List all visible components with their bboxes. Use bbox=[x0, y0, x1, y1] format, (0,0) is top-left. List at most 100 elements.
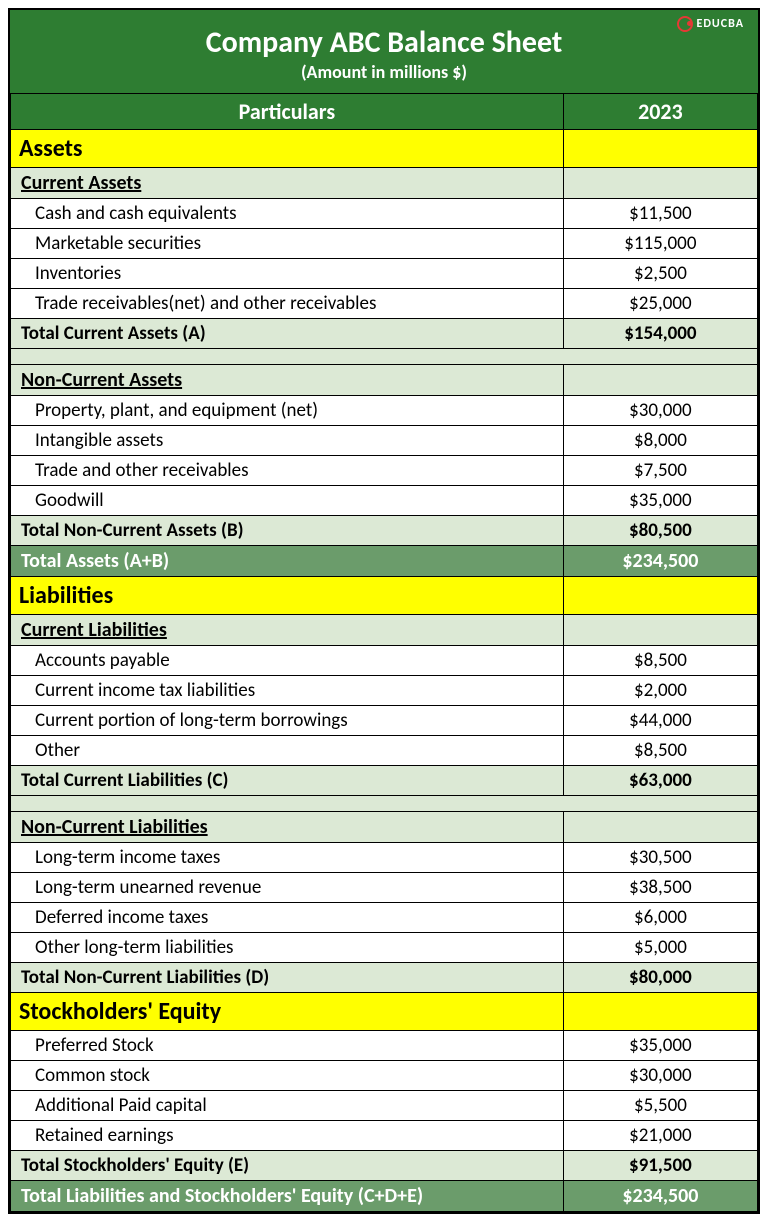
table-row: Liabilities bbox=[11, 577, 758, 615]
row-value bbox=[563, 130, 757, 168]
row-value: $35,000 bbox=[563, 1031, 757, 1061]
table-row: Total Current Assets (A)$154,000 bbox=[11, 319, 758, 349]
col-year: 2023 bbox=[563, 94, 757, 130]
row-label: Common stock bbox=[11, 1061, 564, 1091]
row-value: $38,500 bbox=[563, 873, 757, 903]
row-value: $25,000 bbox=[563, 289, 757, 319]
row-label: Non-Current Liabilities bbox=[11, 812, 564, 843]
row-value: $63,000 bbox=[563, 766, 757, 796]
table-row: Current portion of long-term borrowings$… bbox=[11, 706, 758, 736]
table-row bbox=[11, 796, 758, 812]
table-row: Current income tax liabilities$2,000 bbox=[11, 676, 758, 706]
row-label: Trade and other receivables bbox=[11, 456, 564, 486]
table-row: Total Non-Current Liabilities (D)$80,000 bbox=[11, 963, 758, 993]
row-value: $30,000 bbox=[563, 396, 757, 426]
row-value: $30,500 bbox=[563, 843, 757, 873]
row-value: $8,000 bbox=[563, 426, 757, 456]
balance-table: Particulars 2023 AssetsCurrent AssetsCas… bbox=[10, 93, 758, 1212]
table-row: Trade and other receivables$7,500 bbox=[11, 456, 758, 486]
table-row: Trade receivables(net) and other receiva… bbox=[11, 289, 758, 319]
table-row: Additional Paid capital$5,500 bbox=[11, 1091, 758, 1121]
table-row: Accounts payable$8,500 bbox=[11, 646, 758, 676]
row-value bbox=[563, 615, 757, 646]
row-value bbox=[563, 365, 757, 396]
row-label: Non-Current Assets bbox=[11, 365, 564, 396]
table-row: Total Stockholders' Equity (E)$91,500 bbox=[11, 1151, 758, 1181]
row-label: Other long-term liabilities bbox=[11, 933, 564, 963]
row-value: $2,500 bbox=[563, 259, 757, 289]
column-headers: Particulars 2023 bbox=[11, 94, 758, 130]
spacer-cell bbox=[11, 796, 758, 812]
row-label: Intangible assets bbox=[11, 426, 564, 456]
table-row: Cash and cash equivalents$11,500 bbox=[11, 199, 758, 229]
table-row: Total Non-Current Assets (B)$80,500 bbox=[11, 516, 758, 546]
table-row: Preferred Stock$35,000 bbox=[11, 1031, 758, 1061]
row-value: $8,500 bbox=[563, 736, 757, 766]
row-label: Trade receivables(net) and other receiva… bbox=[11, 289, 564, 319]
row-label: Inventories bbox=[11, 259, 564, 289]
row-value: $21,000 bbox=[563, 1121, 757, 1151]
table-row: Total Current Liabilities (C)$63,000 bbox=[11, 766, 758, 796]
row-value bbox=[563, 812, 757, 843]
table-row: Property, plant, and equipment (net)$30,… bbox=[11, 396, 758, 426]
row-value: $11,500 bbox=[563, 199, 757, 229]
table-row: Retained earnings$21,000 bbox=[11, 1121, 758, 1151]
row-label: Retained earnings bbox=[11, 1121, 564, 1151]
table-row: Total Liabilities and Stockholders' Equi… bbox=[11, 1181, 758, 1212]
balance-sheet: EDUCBA Company ABC Balance Sheet (Amount… bbox=[8, 8, 760, 1214]
table-row: Goodwill$35,000 bbox=[11, 486, 758, 516]
table-row: Other$8,500 bbox=[11, 736, 758, 766]
row-value bbox=[563, 577, 757, 615]
table-row: Non-Current Assets bbox=[11, 365, 758, 396]
table-row: Current Liabilities bbox=[11, 615, 758, 646]
row-label: Total Current Liabilities (C) bbox=[11, 766, 564, 796]
row-value: $115,000 bbox=[563, 229, 757, 259]
row-value: $234,500 bbox=[563, 546, 757, 577]
row-value: $30,000 bbox=[563, 1061, 757, 1091]
row-label: Total Current Assets (A) bbox=[11, 319, 564, 349]
table-row: Other long-term liabilities$5,000 bbox=[11, 933, 758, 963]
row-value: $80,000 bbox=[563, 963, 757, 993]
row-label: Current income tax liabilities bbox=[11, 676, 564, 706]
row-value: $234,500 bbox=[563, 1181, 757, 1212]
row-value: $91,500 bbox=[563, 1151, 757, 1181]
row-label: Current Liabilities bbox=[11, 615, 564, 646]
row-label: Deferred income taxes bbox=[11, 903, 564, 933]
brand-badge: EDUCBA bbox=[677, 16, 744, 32]
table-row: Marketable securities$115,000 bbox=[11, 229, 758, 259]
row-value: $35,000 bbox=[563, 486, 757, 516]
table-row: Total Assets (A+B)$234,500 bbox=[11, 546, 758, 577]
row-label: Current portion of long-term borrowings bbox=[11, 706, 564, 736]
row-label: Assets bbox=[11, 130, 564, 168]
table-row: Non-Current Liabilities bbox=[11, 812, 758, 843]
row-label: Long-term unearned revenue bbox=[11, 873, 564, 903]
table-row: Intangible assets$8,000 bbox=[11, 426, 758, 456]
table-row bbox=[11, 349, 758, 365]
row-value: $80,500 bbox=[563, 516, 757, 546]
row-label: Other bbox=[11, 736, 564, 766]
row-label: Preferred Stock bbox=[11, 1031, 564, 1061]
row-label: Total Non-Current Assets (B) bbox=[11, 516, 564, 546]
row-label: Long-term income taxes bbox=[11, 843, 564, 873]
row-value: $5,000 bbox=[563, 933, 757, 963]
col-particulars: Particulars bbox=[11, 94, 564, 130]
row-label: Total Non-Current Liabilities (D) bbox=[11, 963, 564, 993]
sheet-header: EDUCBA Company ABC Balance Sheet (Amount… bbox=[10, 10, 758, 93]
table-row: Long-term unearned revenue$38,500 bbox=[11, 873, 758, 903]
row-label: Goodwill bbox=[11, 486, 564, 516]
row-label: Cash and cash equivalents bbox=[11, 199, 564, 229]
row-label: Total Stockholders' Equity (E) bbox=[11, 1151, 564, 1181]
row-label: Current Assets bbox=[11, 168, 564, 199]
row-label: Property, plant, and equipment (net) bbox=[11, 396, 564, 426]
row-label: Additional Paid capital bbox=[11, 1091, 564, 1121]
row-label: Accounts payable bbox=[11, 646, 564, 676]
row-label: Stockholders' Equity bbox=[11, 993, 564, 1031]
row-value bbox=[563, 993, 757, 1031]
row-value: $6,000 bbox=[563, 903, 757, 933]
row-label: Marketable securities bbox=[11, 229, 564, 259]
row-label: Total Liabilities and Stockholders' Equi… bbox=[11, 1181, 564, 1212]
row-label: Total Assets (A+B) bbox=[11, 546, 564, 577]
row-value: $2,000 bbox=[563, 676, 757, 706]
brand-text: EDUCBA bbox=[697, 17, 744, 31]
row-value bbox=[563, 168, 757, 199]
